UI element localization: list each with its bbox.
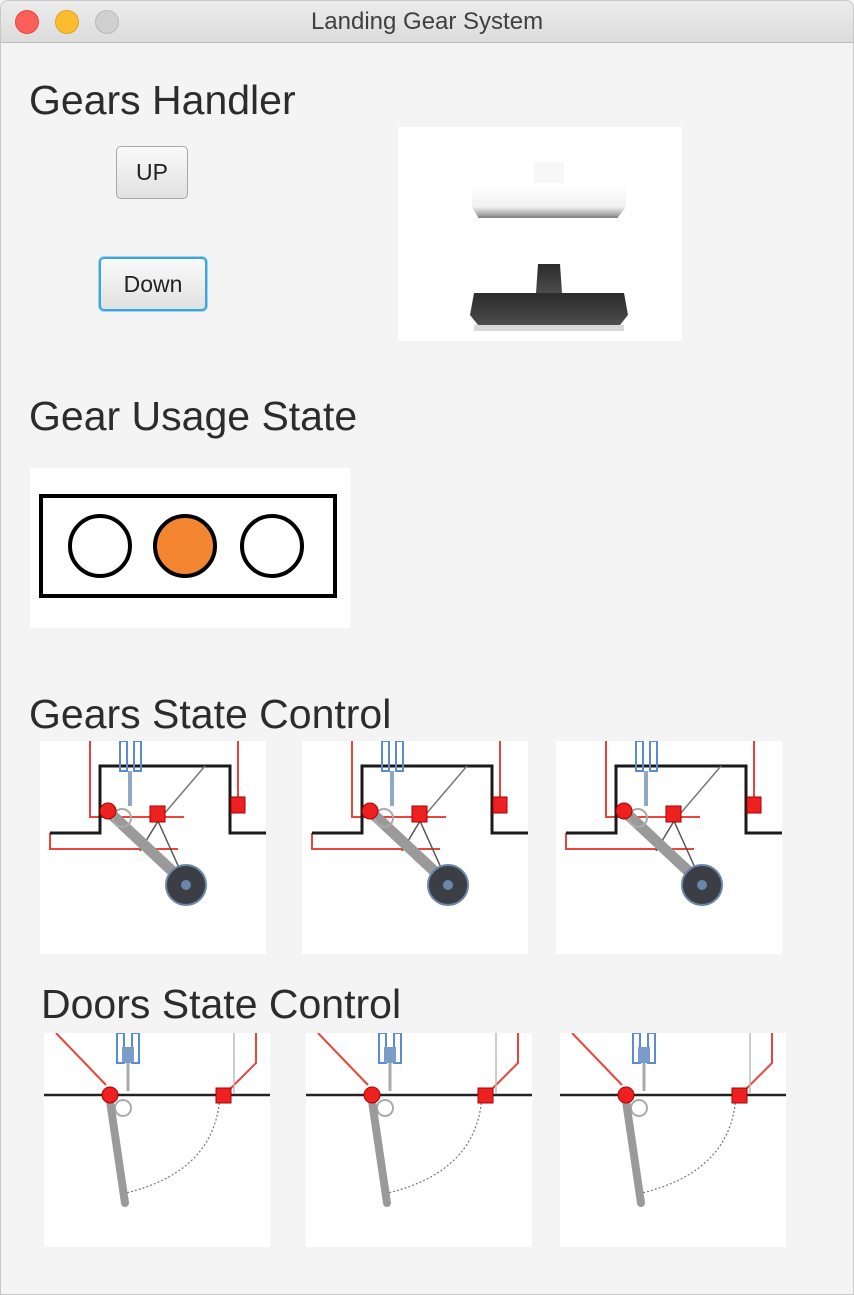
gear-lever-image — [398, 127, 682, 341]
usage-light-3 — [240, 514, 304, 578]
usage-light-1 — [68, 514, 132, 578]
gear-usage-heading: Gear Usage State — [29, 393, 358, 439]
gears-state-heading: Gears State Control — [29, 691, 392, 737]
gear-door-icon — [44, 1033, 270, 1207]
usage-light-2 — [153, 514, 217, 578]
landing-gear-icon — [565, 741, 782, 906]
landing-gear-icon — [311, 741, 528, 906]
landing-gear-icon — [49, 741, 266, 906]
gear-state-panel-3 — [556, 741, 782, 954]
gear-door-icon — [560, 1033, 786, 1207]
gear-state-panel-1 — [40, 741, 266, 954]
gears-handler-heading: Gears Handler — [29, 77, 296, 123]
gear-lever-icon — [470, 162, 628, 331]
door-state-panel-2 — [306, 1033, 532, 1247]
gear-state-panel-2 — [302, 741, 528, 954]
title-bar: Landing Gear System — [1, 1, 853, 43]
gear-down-button[interactable]: Down — [99, 257, 207, 311]
doors-state-heading: Doors State Control — [41, 981, 402, 1027]
window-title: Landing Gear System — [310, 8, 544, 35]
gear-usage-indicator — [30, 468, 350, 628]
app-window: Landing Gear System Gears Handler UP Dow… — [0, 0, 854, 1295]
gear-up-button[interactable]: UP — [116, 146, 188, 199]
gear-door-icon — [306, 1033, 532, 1207]
door-state-panel-1 — [44, 1033, 270, 1247]
door-state-panel-3 — [560, 1033, 786, 1247]
